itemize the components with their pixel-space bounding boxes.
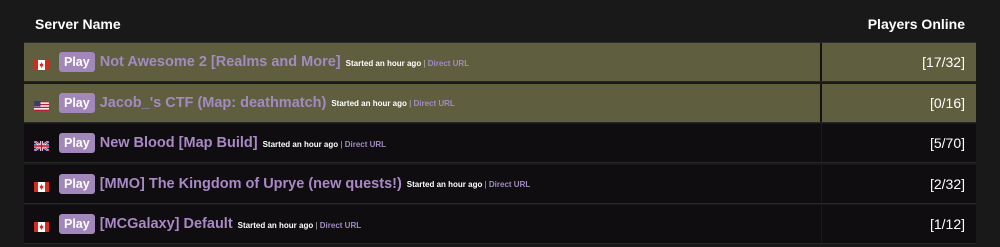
server-name-cell: Play Not Awesome 2 [Realms and More] Sta…: [24, 43, 822, 81]
meta-separator: |: [340, 139, 343, 149]
uk-flag-icon: [33, 138, 50, 152]
direct-url-link[interactable]: Direct URL: [428, 59, 469, 68]
table-header: Server Name Players Online: [24, 6, 976, 42]
started-time: Started an hour ago: [406, 180, 483, 189]
play-button[interactable]: Play: [59, 92, 95, 113]
server-meta: Started an hour ago | Direct URL: [407, 180, 530, 189]
server-name-link[interactable]: New Blood [Map Build]: [100, 135, 258, 151]
direct-url-link[interactable]: Direct URL: [489, 180, 530, 189]
table-row: Play Jacob_'s CTF (Map: deathmatch) Star…: [24, 83, 976, 123]
server-name-column-header: Server Name: [35, 16, 121, 32]
server-meta: Started an hour ago | Direct URL: [238, 221, 361, 230]
direct-url-link[interactable]: Direct URL: [413, 99, 454, 108]
server-name-link[interactable]: [MCGalaxy] Default: [100, 216, 233, 232]
direct-url-link[interactable]: Direct URL: [320, 221, 361, 230]
meta-separator: |: [423, 58, 426, 68]
started-time: Started an hour ago: [345, 58, 422, 68]
players-count: [2/32]: [929, 175, 965, 192]
server-table: Server Name Players Online Play Not Awes…: [24, 6, 976, 246]
canada-flag-icon: [34, 219, 49, 232]
server-meta: Started an hour ago | Direct URL: [346, 59, 469, 68]
direct-url-link[interactable]: Direct URL: [345, 140, 386, 149]
started-time: Started an hour ago: [237, 220, 314, 230]
server-name-cell: Play New Blood [Map Build] Started an ho…: [24, 124, 822, 162]
server-name-cell: Play [MMO] The Kingdom of Uprye (new que…: [24, 164, 822, 203]
players-count: [0/16]: [929, 94, 965, 111]
table-row: Play [MCGalaxy] Default Started an hour …: [24, 205, 976, 244]
server-meta: Started an hour ago | Direct URL: [331, 99, 454, 108]
server-list-panel: Server Name Players Online Play Not Awes…: [0, 0, 1000, 247]
players-count: [1/12]: [929, 216, 965, 232]
server-name-cell: Play [MCGalaxy] Default Started an hour …: [24, 205, 822, 243]
server-name-link[interactable]: [MMO] The Kingdom of Uprye (new quests!): [100, 176, 402, 192]
server-name-link[interactable]: Not Awesome 2 [Realms and More]: [100, 54, 341, 70]
meta-separator: |: [315, 220, 318, 230]
table-row: Play [MMO] The Kingdom of Uprye (new que…: [24, 164, 976, 204]
usa-flag-icon: [34, 98, 49, 111]
players-online-column-header: Players Online: [867, 16, 965, 32]
table-row: Play Not Awesome 2 [Realms and More] Sta…: [24, 43, 976, 82]
play-button[interactable]: Play: [59, 173, 95, 194]
meta-separator: |: [484, 180, 487, 189]
play-button[interactable]: Play: [59, 133, 95, 153]
table-row: Play New Blood [Map Build] Started an ho…: [24, 124, 976, 163]
server-name-link[interactable]: Jacob_'s CTF (Map: deathmatch): [100, 95, 327, 111]
server-rows: Play Not Awesome 2 [Realms and More] Sta…: [24, 42, 976, 244]
server-name-cell: Play Jacob_'s CTF (Map: deathmatch) Star…: [24, 83, 822, 122]
started-time: Started an hour ago: [262, 139, 339, 149]
play-button[interactable]: Play: [59, 52, 95, 72]
meta-separator: |: [409, 99, 412, 108]
canada-flag-icon: [34, 179, 49, 192]
players-count: [17/32]: [922, 54, 965, 70]
started-time: Started an hour ago: [331, 99, 407, 108]
server-meta: Started an hour ago | Direct URL: [263, 140, 386, 149]
players-count: [5/70]: [929, 135, 965, 151]
play-button[interactable]: Play: [59, 214, 95, 234]
canada-flag-icon: [34, 57, 49, 70]
